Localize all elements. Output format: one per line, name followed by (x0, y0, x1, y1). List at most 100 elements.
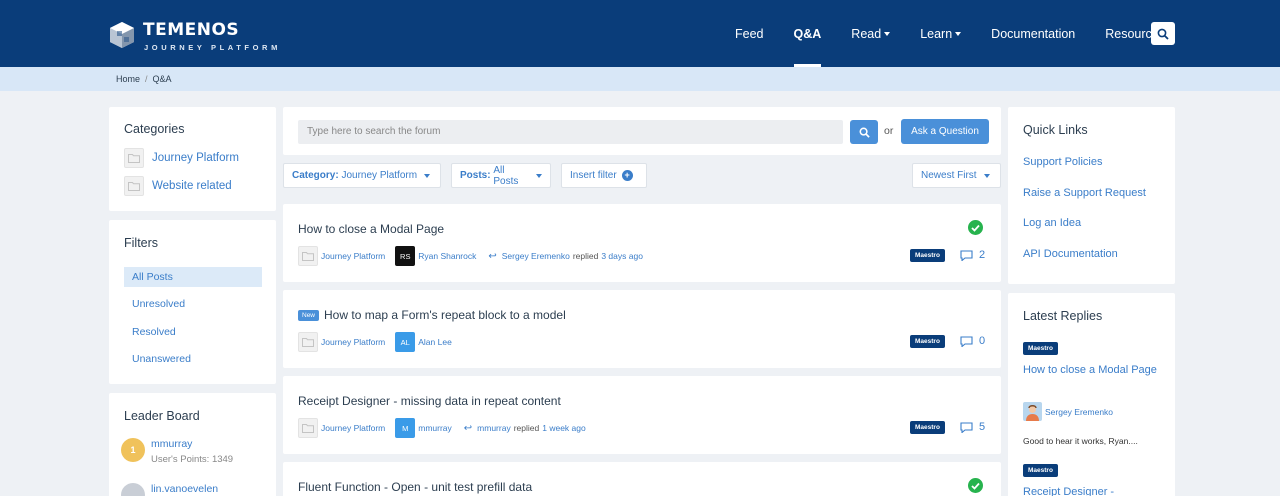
filters-panel: Filters All Posts Unresolved Resolved Un… (109, 220, 276, 384)
avatar: M (395, 418, 416, 438)
post-title[interactable]: Fluent Function - Open - unit test prefi… (298, 480, 532, 494)
top-navbar: TEMENOS JOURNEY PLATFORM Feed Q&A Read L… (0, 0, 1280, 67)
post-author-link[interactable]: mmurray (418, 423, 452, 433)
forum-search-button[interactable] (850, 120, 878, 144)
link-support-policies[interactable]: Support Policies (1023, 156, 1103, 168)
search-icon (1157, 28, 1169, 40)
latest-reply-title[interactable]: Receipt Designer - (1023, 485, 1163, 496)
replier-link[interactable]: Sergey Eremenko (502, 251, 570, 261)
category-filter-dropdown[interactable]: Category: Journey Platform (283, 163, 441, 188)
link-raise-support-request[interactable]: Raise a Support Request (1023, 187, 1146, 199)
reply-time: 3 days ago (601, 251, 643, 261)
reply-count: 2 (960, 249, 985, 261)
or-text: or (884, 125, 894, 137)
category-journey-platform[interactable]: Journey Platform (124, 148, 239, 168)
latest-reply-title[interactable]: How to close a Modal Page (1023, 363, 1163, 378)
nav-feed[interactable]: Feed (735, 0, 764, 67)
link-log-an-idea[interactable]: Log an Idea (1023, 217, 1081, 229)
post-title[interactable]: How to close a Modal Page (298, 222, 444, 236)
breadcrumb-bar: Home / Q&A (0, 67, 1280, 91)
leaderboard-title: Leader Board (124, 409, 200, 423)
caret-down-icon (983, 173, 990, 178)
gold-medal-icon: 1 (121, 438, 145, 462)
product-tag[interactable]: Maestro (910, 335, 945, 348)
product-tag[interactable]: Maestro (1023, 342, 1058, 355)
breadcrumb: Home / Q&A (116, 74, 172, 84)
resolved-check-icon (968, 220, 983, 235)
new-badge: New (298, 309, 320, 321)
product-tag[interactable]: Maestro (1023, 464, 1058, 477)
post-item[interactable]: New How to map a Form's repeat block to a… (283, 290, 1001, 368)
filter-unanswered[interactable]: Unanswered (124, 349, 262, 369)
link-api-documentation[interactable]: API Documentation (1023, 248, 1118, 260)
forum-search-panel: Type here to search the forum or Ask a Q… (283, 107, 1001, 155)
categories-title: Categories (124, 122, 185, 136)
filter-resolved[interactable]: Resolved (124, 322, 262, 342)
main-nav: Feed Q&A Read Learn Documentation Resour… (735, 0, 1174, 67)
post-meta: Journey Platform RS Ryan Shanrock ↩ Serg… (298, 246, 643, 266)
reply-count: 5 (960, 421, 985, 433)
avatar: RS (395, 246, 416, 266)
product-tag[interactable]: Maestro (910, 249, 945, 262)
post-meta: Journey Platform AL Alan Lee (298, 332, 464, 352)
leaderboard-panel: Leader Board 1 mmurray User's Points: 13… (109, 393, 276, 496)
plus-circle-icon: + (621, 170, 633, 181)
avatar: AL (395, 332, 416, 352)
leader-item: 1 mmurray User's Points: 1349 (121, 438, 233, 465)
folder-icon (298, 246, 318, 266)
folder-icon (298, 418, 318, 438)
post-category-link[interactable]: Journey Platform (321, 251, 385, 261)
insert-filter-button[interactable]: Insert filter + (561, 163, 647, 188)
leader-item: lin.vanoevelen (121, 483, 218, 496)
quick-links-title: Quick Links (1023, 123, 1088, 137)
leader-name[interactable]: mmurray (151, 438, 233, 450)
quick-links-panel: Quick Links Support Policies Raise a Sup… (1008, 107, 1175, 284)
post-category-link[interactable]: Journey Platform (321, 337, 385, 347)
comment-icon (960, 421, 973, 433)
latest-replies-title: Latest Replies (1023, 309, 1103, 323)
brand-name: TEMENOS (143, 20, 240, 40)
comment-icon (960, 249, 973, 261)
folder-icon (124, 148, 144, 168)
nav-learn[interactable]: Learn (920, 0, 962, 67)
latest-replies-panel: Latest Replies Maestro How to close a Mo… (1008, 293, 1175, 496)
category-website-related[interactable]: Website related (124, 176, 232, 196)
header-search-button[interactable] (1151, 22, 1175, 45)
brand-subtitle: JOURNEY PLATFORM (144, 43, 281, 52)
post-item[interactable]: Fluent Function - Open - unit test prefi… (283, 462, 1001, 496)
leader-points: User's Points: 1349 (151, 454, 234, 465)
filter-all-posts[interactable]: All Posts (124, 267, 262, 287)
forum-search-input[interactable]: Type here to search the forum (298, 120, 843, 144)
post-author-link[interactable]: Alan Lee (418, 337, 452, 347)
posts-filter-dropdown[interactable]: Posts: All Posts (451, 163, 551, 188)
latest-reply-excerpt: Good to hear it works, Ryan.... (1023, 436, 1138, 446)
post-meta: Journey Platform M mmurray ↩ mmurray rep… (298, 418, 586, 438)
folder-icon (298, 332, 318, 352)
brand-logo[interactable]: TEMENOS JOURNEY PLATFORM (108, 19, 298, 55)
post-category-link[interactable]: Journey Platform (321, 423, 385, 433)
latest-reply-user[interactable]: Sergey Eremenko (1023, 402, 1113, 421)
breadcrumb-home[interactable]: Home (116, 74, 140, 84)
categories-panel: Categories Journey Platform Website rela… (109, 107, 276, 211)
product-tag[interactable]: Maestro (910, 421, 945, 434)
nav-read[interactable]: Read (851, 0, 891, 67)
filters-title: Filters (124, 236, 159, 250)
post-title[interactable]: New How to map a Form's repeat block to a… (298, 308, 566, 322)
filter-unresolved[interactable]: Unresolved (124, 294, 262, 314)
caret-down-icon (536, 173, 542, 178)
sort-dropdown[interactable]: Newest First (912, 163, 1001, 188)
ask-question-button[interactable]: Ask a Question (901, 119, 989, 144)
replier-link[interactable]: mmurray (477, 423, 511, 433)
search-icon (859, 127, 870, 138)
nav-documentation[interactable]: Documentation (991, 0, 1075, 67)
leader-name[interactable]: lin.vanoevelen (151, 483, 218, 495)
caret-down-icon (424, 173, 431, 178)
post-author-link[interactable]: Ryan Shanrock (418, 251, 476, 261)
nav-qa[interactable]: Q&A (793, 0, 821, 67)
post-title[interactable]: Receipt Designer - missing data in repea… (298, 394, 561, 408)
post-item[interactable]: Receipt Designer - missing data in repea… (283, 376, 1001, 454)
post-item[interactable]: How to close a Modal Page Journey Platfo… (283, 204, 1001, 282)
silver-medal-icon (121, 483, 145, 496)
reply-arrow-icon: ↩ (488, 250, 497, 262)
breadcrumb-current: Q&A (152, 74, 172, 84)
